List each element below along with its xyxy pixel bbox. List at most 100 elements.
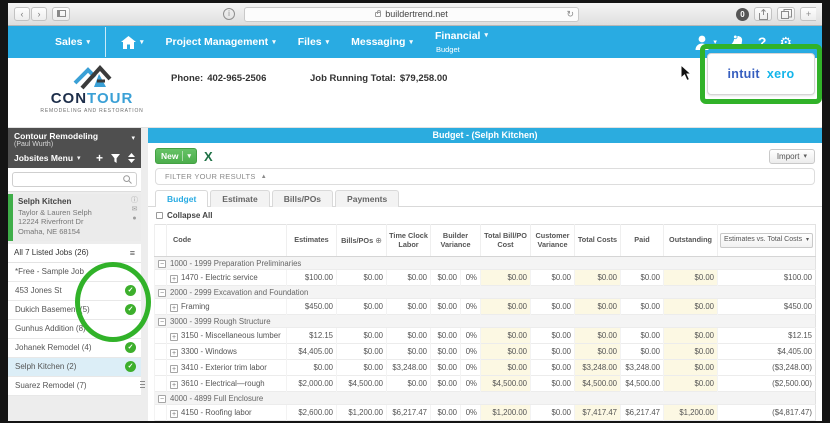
total-costs-cell: $0.00	[574, 343, 621, 360]
tab[interactable]: Budget	[155, 190, 209, 207]
excel-export-icon[interactable]: X	[204, 150, 213, 163]
tab[interactable]: Bills/POs	[271, 190, 334, 207]
expand-icon[interactable]: +	[170, 303, 178, 312]
comparison-cell: $100.00	[717, 269, 816, 286]
new-tab-button[interactable]: +	[800, 7, 816, 21]
all-jobs-row[interactable]: All 7 Listed Jobs (26) ≡	[8, 243, 141, 263]
nav-financial[interactable]: Financial ▾ Budget	[424, 30, 499, 54]
pane-resize-grip[interactable]	[140, 381, 145, 390]
import-button[interactable]: Import ▾	[768, 148, 815, 164]
total-billpo-cost-cell: $0.00	[480, 298, 531, 315]
job-list-item[interactable]: Dukich Basement (5) ✓	[8, 301, 141, 320]
budget-group-row: − 4000 - 4899 Full Enclosure	[154, 391, 816, 405]
user-icon[interactable]	[695, 35, 709, 50]
time-clock-labor-cell: $5,238.40	[386, 420, 431, 421]
expand-icon[interactable]: +	[170, 364, 178, 373]
gear-icon[interactable]: ⚙	[779, 35, 792, 49]
expand-icon[interactable]: +	[170, 332, 178, 341]
paid-cell: $4,500.00	[620, 375, 664, 392]
downloads-badge[interactable]: 0	[736, 7, 749, 21]
tab-overview-button[interactable]	[777, 7, 795, 21]
expand-icon[interactable]: +	[170, 348, 178, 357]
extension-icon[interactable]: i	[223, 8, 235, 20]
info-icon[interactable]: ⓘ	[131, 197, 138, 204]
budget-item-row[interactable]: +1470 - Electric service $100.00 $0.00 $…	[154, 269, 816, 286]
outstanding-cell: $1,200.00	[663, 404, 718, 421]
budget-item-row[interactable]: + Framing $450.00 $0.00 $0.00 $0.00 0% $0…	[154, 298, 816, 315]
sort-icon[interactable]	[128, 153, 135, 164]
reload-icon[interactable]: ↻	[566, 8, 574, 21]
job-list-item[interactable]: Selph Kitchen (2) ✓	[8, 357, 141, 377]
budget-item-row[interactable]: +3300 - Windows $4,405.00 $0.00 $0.00 $0…	[154, 343, 816, 360]
collapse-all-checkbox[interactable]	[156, 212, 163, 219]
expand-icon[interactable]: +	[170, 274, 178, 283]
expand-icon[interactable]: +	[170, 380, 178, 389]
col-code: Code	[166, 224, 287, 257]
nav-files[interactable]: Files ▾	[287, 36, 340, 48]
budget-item-row[interactable]: +3610 - Electrical—rough $2,000.00 $4,50…	[154, 375, 816, 392]
col-time-clock-labor: Time Clock Labor	[386, 224, 431, 257]
back-button[interactable]: ‹	[14, 7, 30, 21]
forward-button[interactable]: ›	[31, 7, 47, 21]
customer-variance-cell: $0.00	[530, 375, 575, 392]
chevron-down-icon[interactable]: ▾	[713, 38, 717, 46]
share-button[interactable]	[754, 7, 772, 21]
notifications-bell-icon[interactable]	[728, 33, 746, 51]
collapse-icon[interactable]: −	[158, 289, 166, 297]
tab[interactable]: Estimate	[210, 190, 270, 207]
sidebar-toggle-button[interactable]	[52, 7, 70, 21]
filter-results-panel[interactable]: FILTER YOUR RESULTS ▲	[155, 168, 815, 185]
time-clock-labor-cell: $0.00	[386, 327, 431, 344]
budget-item-row[interactable]: +3150 - Miscellaneous lumber $12.15 $0.0…	[154, 327, 816, 344]
group-label: 3000 - 3999 Rough Structure	[166, 314, 816, 328]
nav-messaging[interactable]: Messaging ▾	[340, 36, 424, 48]
paid-cell: $6,217.47	[620, 404, 664, 421]
job-list-item[interactable]: Suarez Remodel (7) ✓	[8, 377, 141, 396]
collapse-icon[interactable]: −	[158, 260, 166, 268]
job-list-item[interactable]: Johanek Remodel (4) ✓	[8, 339, 141, 358]
nav-sales[interactable]: Sales ▾	[44, 36, 101, 48]
job-list-item[interactable]: 453 Jones St ✓	[8, 282, 141, 301]
bills-pos-cell: $0.00	[336, 269, 387, 286]
nav-project-management[interactable]: Project Management ▾	[154, 36, 286, 48]
new-button[interactable]: New ▾	[155, 148, 197, 164]
search-input[interactable]	[17, 175, 123, 185]
add-job-button[interactable]: +	[96, 152, 103, 164]
chevron-down-icon[interactable]: ▾	[131, 132, 135, 142]
map-marker-icon[interactable]: ●	[131, 215, 138, 222]
budget-item-row[interactable]: +4250 - Masonry labor $1,000.00 $0.00 $5…	[154, 420, 816, 421]
expand-icon[interactable]: +	[170, 409, 178, 418]
job-contact: Taylor & Lauren Selph	[18, 207, 92, 217]
nav-home[interactable]: ▾	[110, 35, 155, 49]
list-menu-icon[interactable]: ≡	[130, 248, 135, 258]
help-icon[interactable]: ?	[758, 34, 767, 50]
customer-variance-cell: $0.00	[530, 359, 575, 376]
job-list-item[interactable]: *Free - Sample Job ✓	[8, 263, 141, 282]
selected-job-card[interactable]: Selph Kitchen Taylor & Lauren Selph 1222…	[8, 194, 141, 241]
comparison-cell: $12.15	[717, 327, 816, 344]
collapse-icon[interactable]: −	[158, 318, 166, 326]
tab[interactable]: Payments	[335, 190, 400, 207]
estimates-cell: $2,000.00	[286, 375, 337, 392]
comparison-dropdown[interactable]: Estimates vs. Total Costs ▾	[720, 233, 813, 248]
budget-item-row[interactable]: +3410 - Exterior trim labor $0.00 $0.00 …	[154, 359, 816, 376]
search-icon	[123, 175, 132, 185]
group-label: 4000 - 4899 Full Enclosure	[166, 391, 816, 405]
address-bar[interactable]: buildertrend.net ↻	[244, 6, 579, 22]
total-billpo-cost-cell: $1,200.00	[480, 404, 531, 421]
chevron-down-icon[interactable]: ▾	[77, 154, 81, 162]
jobsites-menu-label[interactable]: Jobsites Menu	[14, 153, 73, 163]
collapse-icon[interactable]: −	[158, 395, 166, 403]
add-bill-icon[interactable]: ⊕	[375, 236, 382, 245]
job-name: *Free - Sample Job	[15, 267, 84, 277]
paid-cell: $0.00	[620, 298, 664, 315]
collapse-all-row[interactable]: Collapse All	[148, 207, 822, 222]
envelope-icon[interactable]: ✉	[131, 206, 138, 213]
estimates-cell: $12.15	[286, 327, 337, 344]
group-label: 1000 - 1999 Preparation Preliminaries	[166, 256, 816, 270]
estimates-cell: $100.00	[286, 269, 337, 286]
filter-icon[interactable]	[111, 153, 120, 163]
budget-item-row[interactable]: +4150 - Roofing labor $2,600.00 $1,200.0…	[154, 404, 816, 421]
job-list-item[interactable]: Gunhus Addition (8) ✓	[8, 320, 141, 339]
time-clock-labor-cell: $3,248.00	[386, 359, 431, 376]
